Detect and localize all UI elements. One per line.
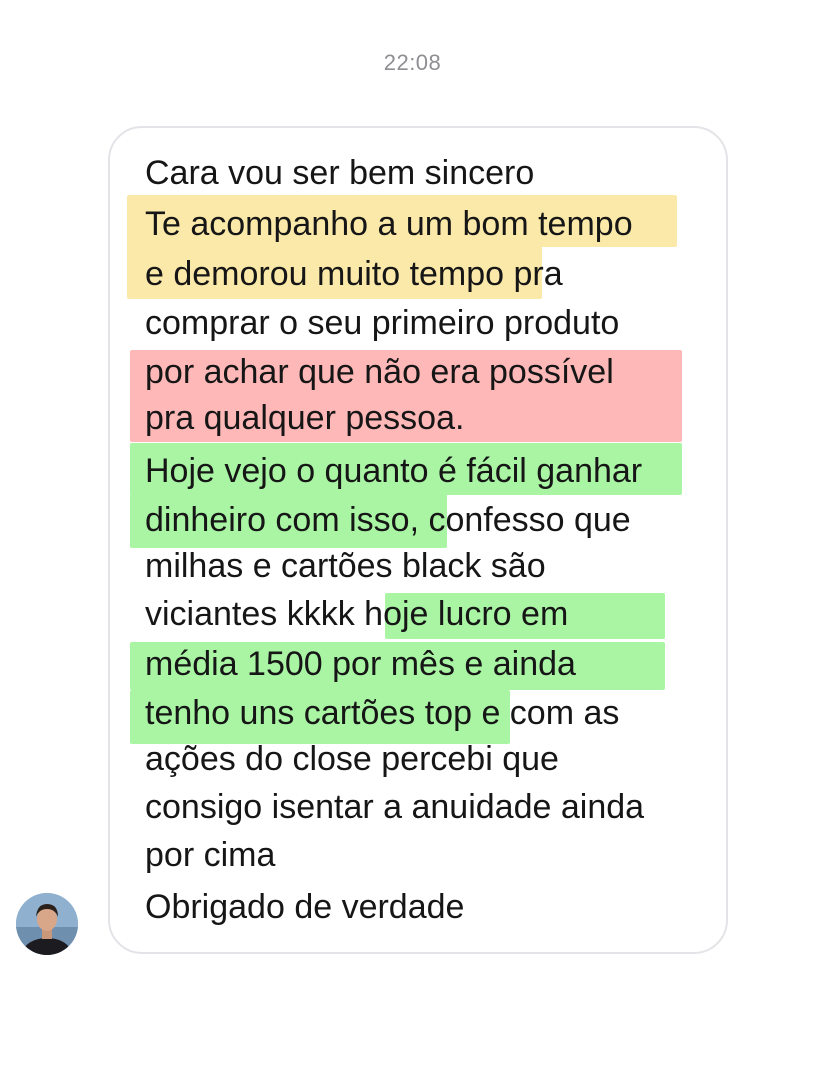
message-line: comprar o seu primeiro produto <box>145 304 620 342</box>
sender-avatar[interactable] <box>16 893 78 955</box>
message-line: consigo isentar a anuidade ainda <box>145 788 645 826</box>
message-line: Te acompanho a um bom tempo <box>145 205 633 243</box>
message-line: pra qualquer pessoa. <box>145 399 465 437</box>
message-line: Hoje vejo o quanto é fácil ganhar <box>145 452 643 490</box>
message-line: e demorou muito tempo pra <box>145 255 563 293</box>
message-line: Obrigado de verdade <box>145 888 465 926</box>
message-line: dinheiro com isso, confesso que <box>145 501 631 539</box>
message-line: milhas e cartões black são <box>145 547 546 585</box>
message-timestamp: 22:08 <box>383 50 442 75</box>
message-line: por cima <box>145 836 276 874</box>
message-line: Cara vou ser bem sincero <box>145 154 535 192</box>
person-avatar-icon <box>16 893 78 955</box>
message-line: tenho uns cartões top e com as <box>145 694 620 732</box>
message-line: por achar que não era possível <box>145 353 614 391</box>
message-line: viciantes kkkk hoje lucro em <box>145 595 569 633</box>
message-line: média 1500 por mês e ainda <box>145 645 576 683</box>
message-line: ações do close percebi que <box>145 740 559 778</box>
